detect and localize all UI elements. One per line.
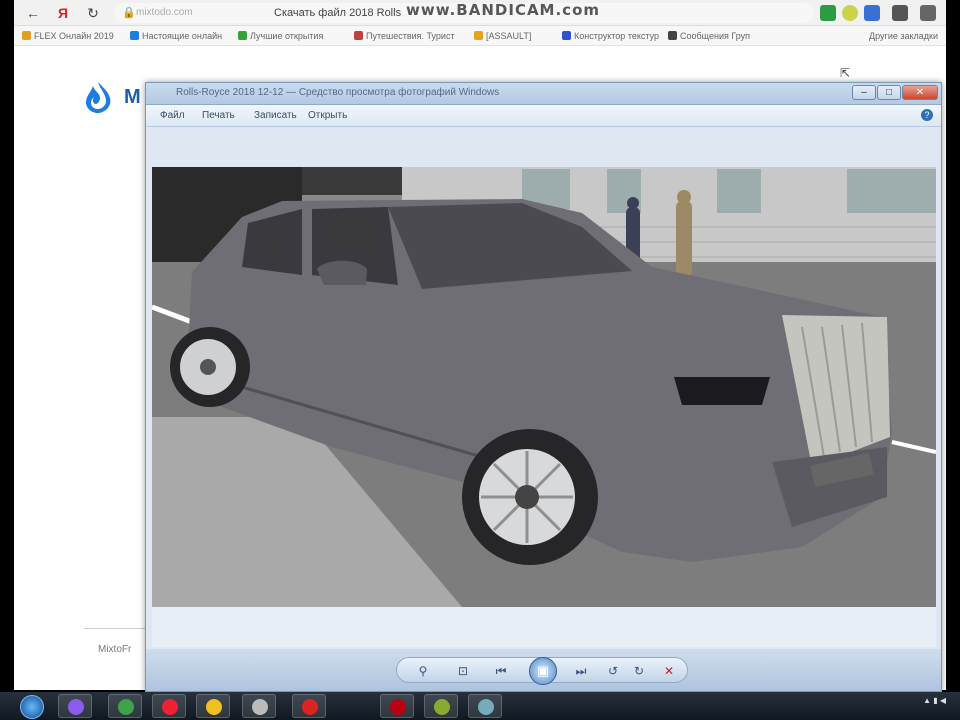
- control-bar: ⚲ ⊡ ⏮ ▣ ⏭ ↺ ↻ ✕: [396, 657, 688, 685]
- photo-viewer-window: Rolls-Royce 2018 12-12 — Средство просмо…: [145, 82, 942, 692]
- viewer-title: Rolls-Royce 2018 12-12 — Средство просмо…: [176, 87, 500, 98]
- fit-icon[interactable]: ⊡: [455, 663, 471, 679]
- bookmark-label: Сообщения Груп: [680, 31, 750, 41]
- help-icon[interactable]: ?: [921, 109, 933, 121]
- viewer-titlebar[interactable]: Rolls-Royce 2018 12-12 — Средство просмо…: [146, 83, 941, 105]
- windows-taskbar: ▲ ▮ ◀: [0, 692, 960, 720]
- bookmark-icon: [130, 31, 139, 40]
- bookmark-icon: [668, 31, 677, 40]
- rotate-left-icon[interactable]: ↺: [605, 663, 621, 679]
- taskbar-app[interactable]: [196, 694, 230, 718]
- extension-icon[interactable]: [892, 5, 908, 21]
- viewer-canvas-margin: [152, 607, 936, 647]
- slideshow-icon[interactable]: ▣: [529, 657, 557, 685]
- bookmark-icon: [562, 31, 571, 40]
- maximize-button[interactable]: □: [877, 85, 901, 100]
- bookmark-icon: [22, 31, 31, 40]
- extension-icon[interactable]: [820, 5, 836, 21]
- menu-burn[interactable]: Записать: [254, 110, 297, 121]
- taskbar-app[interactable]: [242, 694, 276, 718]
- reload-icon[interactable]: ↻: [84, 4, 102, 22]
- page-title: Скачать файл 2018 Rolls: [274, 7, 402, 19]
- bookmark-item[interactable]: [ASSAULT]: [474, 29, 531, 43]
- extension-icon[interactable]: [842, 5, 858, 21]
- front-hub: [515, 485, 539, 509]
- rear-hub: [200, 359, 216, 375]
- bookmark-item[interactable]: Путешествия. Турист: [354, 29, 455, 43]
- site-logo-icon[interactable]: [82, 80, 114, 114]
- bookmark-icon: [354, 31, 363, 40]
- bookmark-label: [ASSAULT]: [486, 31, 532, 41]
- viewer-menubar: Файл Печать Записать Открыть ?: [146, 105, 941, 127]
- side-mirror: [317, 260, 367, 285]
- yandex-icon[interactable]: Я: [54, 4, 72, 22]
- divider: [84, 628, 154, 629]
- bookmark-icon: [238, 31, 247, 40]
- bookmark-label: Настоящие онлайн: [142, 31, 223, 41]
- bookmark-icon: [474, 31, 483, 40]
- bookmark-item[interactable]: Конструктор текстур: [562, 29, 659, 43]
- taskbar-app[interactable]: [292, 694, 326, 718]
- taskbar-app[interactable]: [468, 694, 502, 718]
- menu-file[interactable]: Файл: [160, 110, 185, 121]
- taskbar-app[interactable]: [152, 694, 186, 718]
- address-url: mixtodo.com: [136, 7, 193, 18]
- minimize-button[interactable]: –: [852, 85, 876, 100]
- bookmark-label: Конструктор текстур: [574, 31, 660, 41]
- lock-icon: 🔒: [122, 7, 136, 19]
- system-tray[interactable]: ▲ ▮ ◀: [923, 696, 946, 706]
- headlight: [674, 377, 770, 405]
- previous-icon[interactable]: ⏮: [493, 663, 509, 679]
- bookmark-item[interactable]: Настоящие онлайн: [130, 29, 222, 43]
- bookmark-item[interactable]: Сообщения Груп: [668, 29, 750, 43]
- bookmark-label: Лучшие открытия: [250, 31, 324, 41]
- bookmark-label: FLEX Онлайн 2019: [34, 31, 114, 41]
- delete-icon[interactable]: ✕: [661, 663, 677, 679]
- rotate-right-icon[interactable]: ↻: [631, 663, 647, 679]
- taskbar-app[interactable]: [58, 694, 92, 718]
- back-icon[interactable]: ←: [24, 4, 42, 22]
- bookmark-label: Путешествия. Турист: [366, 31, 455, 41]
- bookmark-item[interactable]: Лучшие открытия: [238, 29, 323, 43]
- bookmark-item[interactable]: FLEX Онлайн 2019: [22, 29, 114, 43]
- mouse-cursor-icon: ⇱: [840, 66, 851, 80]
- zoom-icon[interactable]: ⚲: [415, 663, 431, 679]
- taskbar-app[interactable]: [424, 694, 458, 718]
- browser-toolbar: ← Я ↻ 🔒 mixtodo.com Скачать файл 2018 Ro…: [14, 0, 946, 26]
- taskbar-app[interactable]: [108, 694, 142, 718]
- windows-start-icon[interactable]: [20, 695, 44, 719]
- building-dark-top: [302, 167, 412, 195]
- taskbar-app[interactable]: [380, 694, 414, 718]
- bookmarks-bar: FLEX Онлайн 2019 Настоящие онлайн Лучшие о…: [14, 26, 946, 46]
- close-button[interactable]: ✕: [902, 85, 938, 100]
- bandicam-watermark: www.BANDICAM.com: [406, 1, 601, 19]
- site-logo-text[interactable]: M: [124, 86, 141, 109]
- menu-print[interactable]: Печать: [202, 110, 235, 121]
- menu-icon[interactable]: [920, 5, 936, 21]
- viewer-controls: ⚲ ⊡ ⏮ ▣ ⏭ ↺ ↻ ✕: [146, 649, 941, 691]
- other-bookmarks[interactable]: Другие закладки: [869, 29, 938, 43]
- menu-open[interactable]: Открыть: [308, 110, 347, 121]
- footer-text: MixtoFr: [98, 644, 132, 655]
- next-icon[interactable]: ⏭: [573, 663, 589, 679]
- car-photo: [152, 167, 936, 607]
- extension-icon[interactable]: [864, 5, 880, 21]
